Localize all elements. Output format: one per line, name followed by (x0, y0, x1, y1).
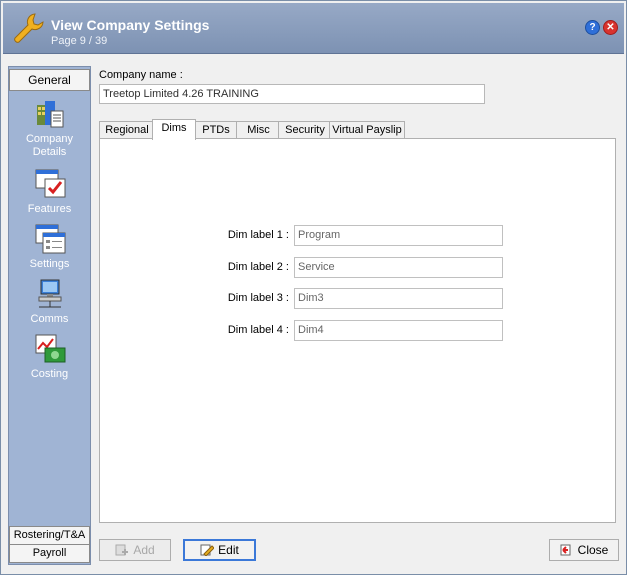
company-details-icon (36, 101, 63, 128)
wrench-icon (14, 13, 44, 43)
add-icon (115, 544, 129, 556)
edit-icon (200, 544, 215, 556)
dim-field-3[interactable]: Dim3 (294, 288, 503, 309)
edit-button-label: Edit (218, 543, 239, 557)
tab-panel-dims: Dim label 1 : Program Dim label 2 : Serv… (99, 138, 616, 523)
tab-ptds[interactable]: PTDs (193, 121, 239, 139)
window-title: View Company Settings (51, 17, 210, 33)
sidebar-group-general[interactable]: General (9, 69, 90, 91)
tab-regional[interactable]: Regional (99, 121, 155, 139)
window-header: View Company Settings Page 9 / 39 ? ✕ (3, 3, 624, 54)
sidebar: General Company Details Features Setting… (8, 66, 91, 565)
close-button[interactable]: Close (549, 539, 619, 561)
sidebar-item-label: Costing (30, 368, 69, 380)
page-indicator: Page 9 / 39 (51, 35, 108, 47)
close-window-icon[interactable]: ✕ (603, 20, 618, 35)
sidebar-group-payroll[interactable]: Payroll (9, 544, 90, 563)
features-icon (35, 169, 65, 198)
close-button-label: Close (577, 543, 609, 557)
close-icon (560, 544, 571, 556)
dim-label-2: Dim label 2 : (227, 261, 289, 273)
tab-misc[interactable]: Misc (236, 121, 281, 139)
settings-icon (35, 224, 65, 254)
add-button[interactable]: Add (99, 539, 171, 561)
sidebar-item-settings[interactable]: Settings (9, 222, 90, 271)
sidebar-item-company-details[interactable]: Company Details (9, 97, 90, 159)
sidebar-item-costing[interactable]: Costing (9, 332, 90, 381)
tab-virtual-payslip[interactable]: Virtual Payslip (329, 121, 405, 139)
tab-dims[interactable]: Dims (152, 119, 196, 140)
help-icon[interactable]: ? (585, 20, 600, 35)
company-name-field[interactable]: Treetop Limited 4.26 TRAINING (99, 84, 485, 104)
sidebar-item-features[interactable]: Features (9, 167, 90, 216)
add-button-label: Add (133, 543, 155, 557)
edit-button[interactable]: Edit (183, 539, 256, 561)
sidebar-item-label: Settings (29, 258, 70, 270)
company-settings-window: View Company Settings Page 9 / 39 ? ✕ Ge… (0, 0, 627, 575)
dim-label-1: Dim label 1 : (227, 229, 289, 241)
dim-field-2[interactable]: Service (294, 257, 503, 278)
sidebar-item-label: Company Details (25, 133, 74, 158)
dim-label-3: Dim label 3 : (227, 292, 289, 304)
dim-field-4[interactable]: Dim4 (294, 320, 503, 341)
sidebar-item-label: Features (27, 203, 72, 215)
sidebar-group-rostering[interactable]: Rostering/T&A (9, 526, 90, 545)
tab-security[interactable]: Security (278, 121, 332, 139)
dim-label-4: Dim label 4 : (227, 324, 289, 336)
comms-icon (38, 279, 61, 308)
costing-icon (35, 334, 65, 363)
company-name-label: Company name : (99, 69, 183, 81)
sidebar-item-label: Comms (30, 313, 69, 325)
dim-field-1[interactable]: Program (294, 225, 503, 246)
sidebar-item-comms[interactable]: Comms (9, 277, 90, 326)
